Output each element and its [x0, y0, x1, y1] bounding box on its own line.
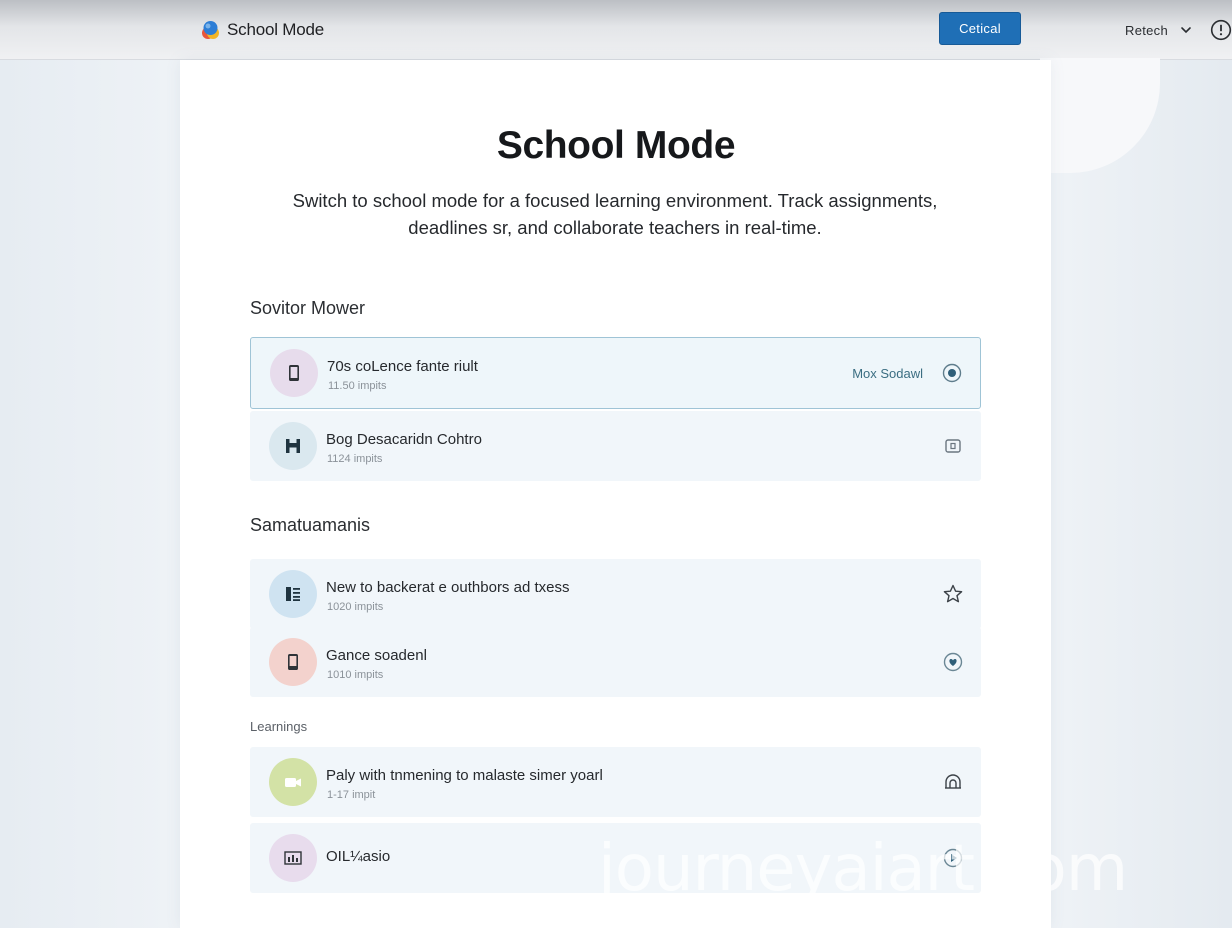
chevron-down-icon [1181, 27, 1191, 34]
sign-icon [286, 439, 300, 453]
section-label: Learnings [250, 719, 308, 734]
tablet-icon [288, 654, 298, 670]
item-avatar [269, 834, 317, 882]
list-item[interactable]: Bog Desacaridn Cohtro 1124 impits [250, 411, 981, 481]
item-avatar [269, 638, 317, 686]
item-subtitle: 1124 impits [327, 453, 383, 465]
primary-action-button[interactable]: Cetical [939, 12, 1021, 45]
item-subtitle: 1010 impits [327, 669, 384, 681]
page-title: School Mode [496, 124, 736, 167]
list-item[interactable]: New to backerat e outhbors ad txess 1020… [250, 559, 981, 629]
section-label: Samatuamanis [250, 515, 371, 535]
bell-icon [945, 774, 961, 789]
heart-icon [943, 652, 963, 672]
item-title: New to backerat e outhbors ad txess [326, 579, 570, 596]
video-icon [285, 778, 301, 787]
item-action[interactable] [942, 771, 964, 793]
list-item[interactable]: 70s coLence fante riult 11.50 impits Mox… [250, 337, 981, 409]
item-title: Bog Desacaridn Cohtro [326, 431, 482, 448]
section-label: Sovitor Mower [250, 298, 366, 318]
item-action[interactable] [942, 435, 964, 457]
item-avatar [269, 422, 317, 470]
item-avatar [269, 758, 317, 806]
watermark: journeyaiart.com [598, 832, 1128, 906]
page-description: Switch to school mode for a focused lear… [292, 190, 938, 238]
item-action[interactable] [942, 583, 964, 605]
chart-icon [284, 851, 302, 865]
star-icon [943, 584, 963, 603]
info-icon[interactable] [1210, 19, 1232, 41]
item-avatar [269, 570, 317, 618]
list-item[interactable]: Paly with tnmening to malaste simer yoar… [250, 747, 981, 817]
app-logo-icon [202, 20, 219, 39]
account-label: Retech [1125, 22, 1168, 38]
list-icon [286, 587, 300, 601]
item-avatar [270, 349, 318, 397]
radio-icon [942, 363, 962, 383]
list-item[interactable]: Gance soadenl 1010 impits [250, 627, 981, 697]
item-title: 70s coLence fante riult [327, 358, 478, 375]
account-menu[interactable]: Retech [1125, 18, 1192, 42]
item-title: OIL¼asio [326, 848, 391, 865]
top-bar: School Mode Cetical Retech [0, 0, 1232, 60]
item-action[interactable] [941, 362, 963, 384]
item-subtitle: 11.50 impits [328, 380, 387, 392]
item-action[interactable] [942, 651, 964, 673]
item-title: Paly with tnmening to malaste simer yoar… [326, 767, 603, 784]
item-subtitle: 1020 impits [327, 601, 384, 613]
brand[interactable]: School Mode [200, 17, 324, 43]
item-tag: Mox Sodawl [852, 366, 923, 381]
item-title: Gance soadenl [326, 647, 427, 664]
square-icon [945, 439, 961, 453]
phone-icon [289, 365, 299, 381]
item-subtitle: 1-17 impit [327, 789, 376, 801]
app-name: School Mode [227, 20, 325, 39]
